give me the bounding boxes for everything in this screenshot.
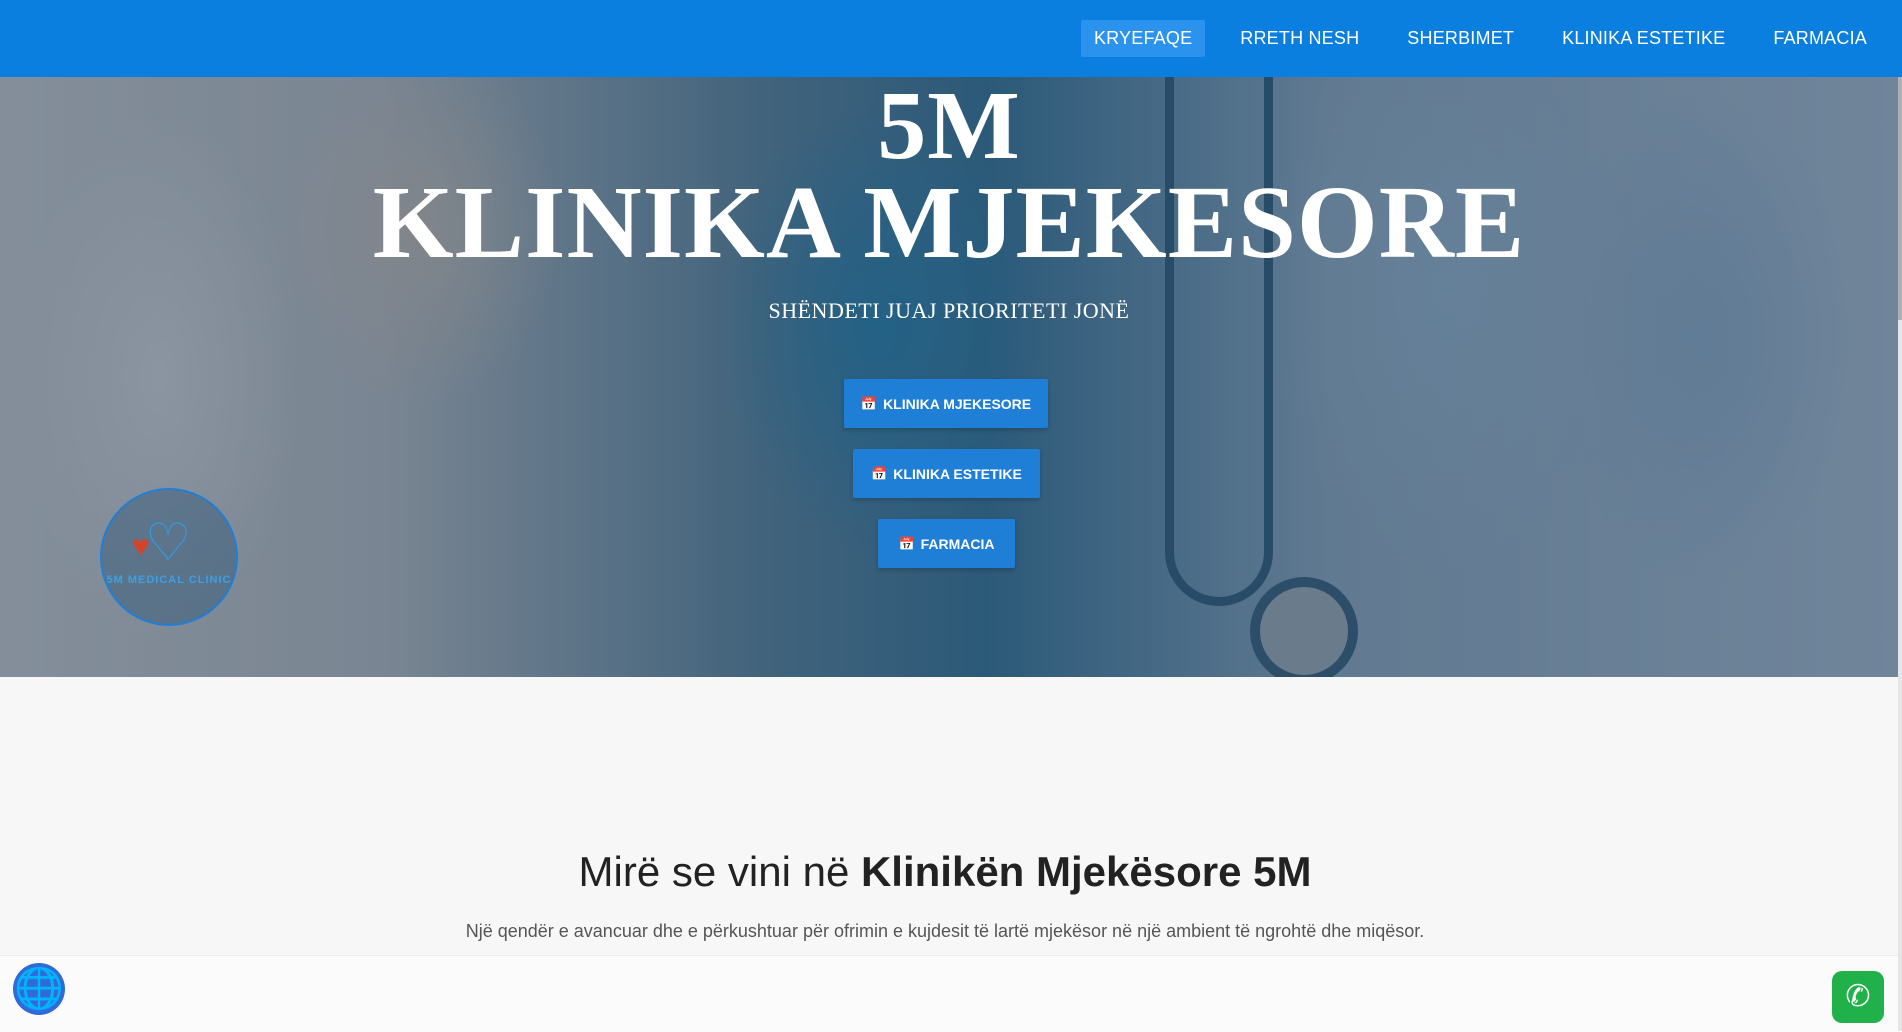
nav-item-sherbimet[interactable]: SHERBIMET: [1394, 20, 1527, 57]
globe-icon[interactable]: 🌐: [13, 963, 65, 1015]
welcome-heading-prefix: Mirë se vini në: [578, 848, 861, 895]
top-navbar: KRYEFAQE RRETH NESH SHERBIMET KLINIKA ES…: [0, 0, 1902, 77]
klinika-mjekesore-button[interactable]: 📅 KLINIKA MJEKESORE: [844, 379, 1048, 428]
nav-item-rreth-nesh[interactable]: RRETH NESH: [1227, 20, 1372, 57]
welcome-heading-bold: Klinikën Mjekësore 5M: [860, 848, 1312, 895]
clinic-logo: ♡ ♥ 5M MEDICAL CLINIC: [100, 488, 238, 626]
nav-item-klinika-estetike[interactable]: KLINIKA ESTETIKE: [1549, 20, 1738, 57]
farmacia-button[interactable]: 📅 FARMACIA: [878, 519, 1015, 568]
button-label: KLINIKA ESTETIKE: [893, 465, 1022, 482]
heart-icon: ♥: [132, 530, 150, 563]
whatsapp-icon[interactable]: ✆: [1832, 971, 1884, 1023]
klinika-estetike-button[interactable]: 📅 KLINIKA ESTETIKE: [853, 449, 1040, 498]
welcome-description: Një qendër e avancuar dhe e përkushtuar …: [465, 921, 1425, 941]
welcome-heading: Mirë se vini në Klinikën Mjekësore 5M: [0, 848, 1890, 896]
hero-banner: 5M KLINIKA MJEKESORE SHËNDETI JUAJ PRIOR…: [0, 77, 1898, 677]
hero-tagline: SHËNDETI JUAJ PRIORITETI JONË: [768, 298, 1130, 323]
calendar-plus-icon: 📅: [860, 395, 878, 411]
calendar-plus-icon: 📅: [898, 535, 915, 551]
hero-brand: 5M: [877, 77, 1021, 180]
button-label: KLINIKA MJEKESORE: [883, 395, 1032, 412]
bottom-widget-bar: [0, 955, 1902, 1032]
hero-title: KLINIKA MJEKESORE: [372, 165, 1526, 280]
nav-item-kryefaqe[interactable]: KRYEFAQE: [1080, 20, 1206, 57]
scrollbar[interactable]: [1898, 0, 1902, 1031]
main-nav: KRYEFAQE RRETH NESH SHERBIMET KLINIKA ES…: [1067, 20, 1880, 57]
nav-item-farmacia[interactable]: FARMACIA: [1760, 20, 1880, 57]
button-label: FARMACIA: [920, 535, 995, 552]
calendar-plus-icon: 📅: [871, 465, 888, 481]
logo-text: 5M MEDICAL CLINIC: [106, 574, 232, 586]
